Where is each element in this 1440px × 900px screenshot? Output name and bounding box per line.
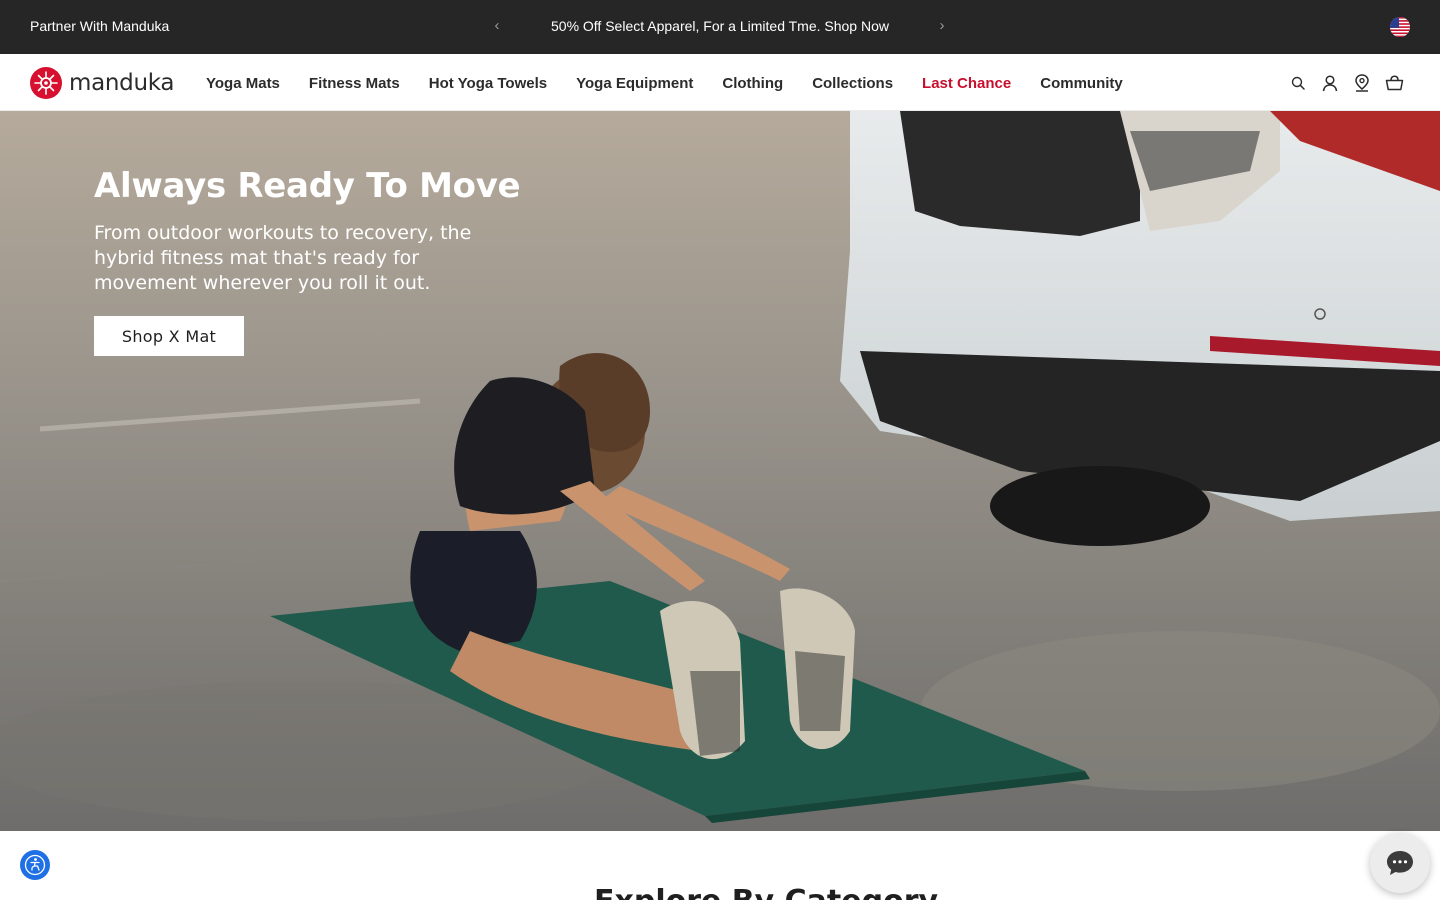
shop-x-mat-button[interactable]: Shop X Mat bbox=[94, 316, 244, 356]
hero-image bbox=[0, 111, 1440, 831]
manduka-logo-icon bbox=[30, 67, 62, 99]
cart-icon[interactable] bbox=[1384, 73, 1404, 93]
us-flag-icon[interactable] bbox=[1390, 17, 1410, 37]
hero-title: Always Ready To Move bbox=[94, 166, 521, 206]
announcement-bar: Partner With Manduka ‹ 50% Off Select Ap… bbox=[0, 0, 1440, 54]
chevron-right-icon[interactable]: › bbox=[933, 16, 951, 36]
search-icon[interactable] bbox=[1288, 73, 1308, 93]
nav-yoga-equipment[interactable]: Yoga Equipment bbox=[576, 75, 693, 92]
promo-text[interactable]: 50% Off Select Apparel, For a Limited Tm… bbox=[520, 18, 920, 34]
account-icon[interactable] bbox=[1320, 73, 1340, 93]
header-icons bbox=[1288, 73, 1404, 93]
logo[interactable]: manduka bbox=[30, 67, 174, 99]
store-locator-icon[interactable] bbox=[1352, 73, 1372, 93]
accessibility-icon[interactable] bbox=[20, 850, 50, 880]
nav-last-chance[interactable]: Last Chance bbox=[922, 75, 1011, 92]
hero-banner: Always Ready To Move From outdoor workou… bbox=[0, 111, 1440, 831]
site-header: manduka Yoga Mats Fitness Mats Hot Yoga … bbox=[0, 54, 1440, 111]
partner-link[interactable]: Partner With Manduka bbox=[30, 18, 169, 34]
nav-fitness-mats[interactable]: Fitness Mats bbox=[309, 75, 400, 92]
logo-text: manduka bbox=[69, 70, 175, 96]
nav-clothing[interactable]: Clothing bbox=[722, 75, 783, 92]
section-title: Explore By Category bbox=[594, 884, 938, 900]
nav-community[interactable]: Community bbox=[1040, 75, 1123, 92]
main-nav: Yoga Mats Fitness Mats Hot Yoga Towels Y… bbox=[206, 75, 1152, 92]
nav-collections[interactable]: Collections bbox=[812, 75, 893, 92]
nav-hot-yoga-towels[interactable]: Hot Yoga Towels bbox=[429, 75, 547, 92]
nav-yoga-mats[interactable]: Yoga Mats bbox=[206, 75, 280, 92]
hero-subtitle: From outdoor workouts to recovery, the h… bbox=[94, 222, 472, 294]
chat-icon[interactable] bbox=[1370, 833, 1430, 893]
chevron-left-icon[interactable]: ‹ bbox=[488, 16, 506, 36]
